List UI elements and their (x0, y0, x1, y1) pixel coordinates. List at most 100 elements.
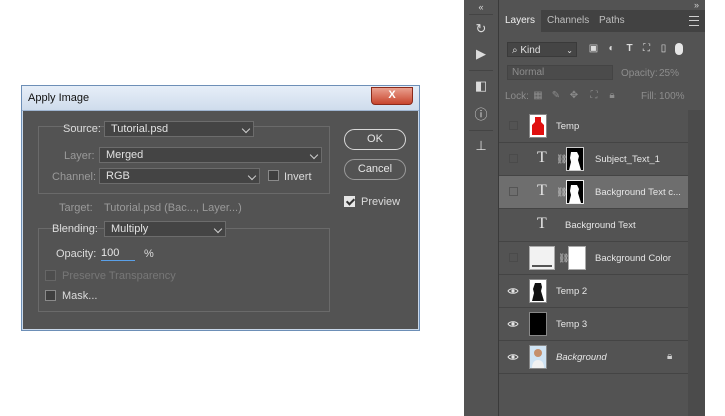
panel-menu-icon[interactable] (689, 16, 699, 26)
filter-type-icon[interactable]: T (623, 42, 636, 56)
chevron-down-icon (247, 171, 257, 181)
visibility-toggle[interactable] (509, 253, 518, 262)
dialog-titlebar[interactable]: Apply Image X (22, 86, 419, 111)
target-label: Target: (59, 202, 93, 214)
tab-layers[interactable]: Layers (499, 10, 542, 32)
portrait-mask-icon (569, 152, 581, 170)
cancel-button[interactable]: Cancel (344, 159, 406, 180)
layer-row[interactable]: Background 🔒︎ (499, 341, 688, 374)
opacity-input[interactable]: 100 (101, 246, 135, 261)
layer-thumbnail (529, 114, 547, 138)
filter-shape-icon[interactable]: ⛶ (640, 42, 653, 56)
text-layer-icon: T (537, 182, 547, 199)
chevron-down-icon (309, 150, 319, 160)
collapse-arrows-icon[interactable]: « (471, 2, 491, 20)
preview-checkbox[interactable] (344, 196, 355, 207)
layer-mask-thumbnail (566, 180, 584, 204)
dialog-title: Apply Image (28, 92, 90, 104)
text-layer-icon: T (537, 215, 547, 232)
visibility-toggle[interactable] (509, 154, 518, 163)
portrait-icon (532, 283, 544, 301)
channel-select[interactable]: RGB (99, 168, 260, 184)
divider (469, 70, 493, 71)
portrait-mask-icon (569, 185, 581, 203)
layer-select[interactable]: Merged (99, 147, 322, 163)
layer-label: Layer: (64, 150, 95, 162)
invert-label: Invert (284, 171, 312, 183)
source-label: Source: (63, 123, 101, 135)
layer-thumbnail (529, 312, 547, 336)
collapse-arrows-icon[interactable]: » (694, 0, 699, 10)
panel-toolstrip: « ↻ ▶ ◧ ⓘ ⊥ (464, 0, 499, 416)
layer-thumbnail (529, 345, 547, 369)
lock-position-icon[interactable]: ✥ (569, 91, 579, 101)
filter-adjustment-icon[interactable]: ◐ (605, 42, 618, 56)
fill-value[interactable]: 100% (659, 91, 685, 102)
adjustments-icon[interactable]: ◧ (471, 78, 491, 96)
lock-transparent-icon[interactable]: ▦ (533, 91, 543, 101)
opacity-label: Opacity: (56, 248, 97, 260)
text-layer-icon: T (537, 149, 547, 166)
filter-pixel-icon[interactable]: ▣ (587, 42, 600, 56)
layer-row[interactable]: T Background Text (499, 209, 688, 242)
close-button[interactable]: X (371, 87, 413, 105)
preview-label: Preview (361, 196, 401, 208)
layer-row[interactable]: Temp (499, 110, 688, 143)
eye-icon[interactable] (507, 351, 519, 363)
channel-value: RGB (106, 170, 130, 182)
blend-mode-select[interactable]: Normal (507, 65, 613, 80)
source-select[interactable]: Tutorial.psd (104, 121, 254, 137)
target-value: Tutorial.psd (Bac..., Layer...) (104, 202, 242, 214)
lock-pixels-icon[interactable]: ✎ (551, 91, 561, 101)
layer-name: Temp 3 (556, 319, 588, 330)
opacity-label: Opacity: (621, 68, 658, 79)
fill-layer-thumbnail (529, 246, 555, 270)
filter-smart-object-icon[interactable]: ▯ (657, 42, 670, 56)
mask-label: Mask... (62, 290, 98, 302)
lock-label: Lock: (505, 91, 529, 102)
layer-row[interactable]: Temp 2 (499, 275, 688, 308)
layers-scrollbar[interactable] (688, 110, 705, 416)
apply-image-dialog: Apply Image X Source: Tutorial.psd Layer… (21, 85, 420, 331)
layer-name: Background (556, 352, 607, 363)
preserve-transparency-checkbox[interactable] (45, 270, 56, 281)
tab-channels[interactable]: Channels (541, 10, 595, 32)
layer-name: Background Text (565, 220, 636, 231)
visibility-toggle[interactable] (509, 121, 518, 130)
layer-row-selected[interactable]: T ⛓ Background Text c... (499, 176, 688, 209)
chevron-down-icon (213, 224, 223, 234)
lock-all-icon[interactable]: 🔒︎ (607, 91, 617, 101)
mask-checkbox[interactable] (45, 290, 56, 301)
opacity-unit: % (144, 248, 154, 260)
play-icon[interactable]: ▶ (471, 46, 491, 64)
filter-kind-select[interactable]: ⌕ Kind ⌄ (507, 42, 577, 57)
preserve-transparency-label: Preserve Transparency (62, 270, 176, 282)
clone-source-icon[interactable]: ⊥ (471, 138, 491, 156)
visibility-toggle[interactable] (509, 187, 518, 196)
filter-toggle-icon[interactable] (675, 43, 683, 55)
panel-tabs: Layers Channels Paths (499, 10, 705, 32)
portrait-photo-icon (532, 349, 544, 368)
eye-icon[interactable] (507, 318, 519, 330)
layer-value: Merged (106, 149, 144, 161)
channel-label: Channel: (52, 171, 97, 183)
tab-paths[interactable]: Paths (593, 10, 631, 32)
history-icon[interactable]: ↻ (471, 21, 491, 39)
layer-name: Background Color (595, 253, 672, 264)
blend-mode-value: Normal (512, 67, 545, 78)
opacity-value[interactable]: 25% (659, 68, 679, 79)
lock-artboard-icon[interactable]: ⛶ (589, 91, 599, 101)
info-icon[interactable]: ⓘ (471, 104, 491, 122)
ok-button[interactable]: OK (344, 129, 406, 150)
chevron-down-icon: ⌄ (566, 46, 573, 55)
layer-row[interactable]: ⛓ Background Color (499, 242, 688, 275)
layer-row[interactable]: T ⛓ Subject_Text_1 (499, 143, 688, 176)
filter-kind-value: Kind (520, 45, 541, 56)
eye-icon[interactable] (507, 285, 519, 297)
layer-row[interactable]: Temp 3 (499, 308, 688, 341)
layer-mask-thumbnail (566, 147, 584, 171)
fill-indicator (532, 265, 552, 267)
layer-name: Background Text c... (595, 187, 681, 198)
blending-select[interactable]: Multiply (104, 221, 226, 237)
invert-checkbox[interactable] (268, 170, 279, 181)
